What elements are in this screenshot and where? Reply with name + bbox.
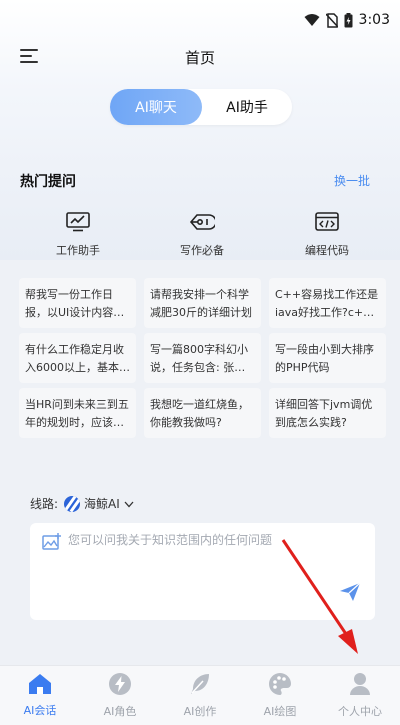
page-title: 首页 <box>184 48 215 67</box>
chevron-down-icon <box>124 497 134 511</box>
refresh-button[interactable]: 换一批 <box>334 172 370 189</box>
haijing-logo-icon <box>64 495 81 512</box>
palette-icon <box>268 672 292 699</box>
nav-profile[interactable]: 个人中心 <box>320 666 400 725</box>
hot-questions-title: 热门提问 <box>20 174 76 190</box>
category-coding[interactable]: 编程代码 <box>277 212 377 258</box>
category-writing[interactable]: 写作必备 <box>152 212 252 258</box>
status-bar: 3:03 <box>0 0 400 40</box>
send-icon[interactable] <box>339 582 361 606</box>
question-card[interactable]: 有什么工作稳定月收入6000以上，基本不加班的 <box>19 333 136 383</box>
no-sim-icon <box>325 12 338 28</box>
bottom-nav: AI会话 AI角色 AI创作 AI绘图 个人中心 <box>0 665 400 725</box>
question-card[interactable]: 我想吃一道红烧鱼，你能教我做吗? <box>144 388 261 438</box>
route-selector: 线路: 海鲸AI <box>30 495 134 512</box>
lightning-icon <box>108 672 132 699</box>
menu-icon[interactable] <box>20 46 42 66</box>
status-time: 3:03 <box>358 12 390 28</box>
chat-input[interactable] <box>68 531 358 591</box>
home-icon <box>28 673 52 698</box>
nav-ai-create[interactable]: AI创作 <box>160 666 240 725</box>
question-card[interactable]: 请帮我安排一个科学减肥30斤的详细计划 <box>144 278 261 328</box>
wifi-icon <box>304 13 320 27</box>
image-upload-icon[interactable] <box>42 533 62 555</box>
pen-nib-icon <box>189 212 215 232</box>
nav-ai-chat[interactable]: AI会话 <box>0 666 80 725</box>
route-value: 海鲸AI <box>84 497 120 511</box>
category-work-assistant[interactable]: 工作助手 <box>28 212 128 258</box>
category-label: 工作助手 <box>56 244 100 257</box>
question-card[interactable]: 写一段由小到大排序的PHP代码 <box>269 333 386 383</box>
category-label: 写作必备 <box>180 244 224 257</box>
tab-ai-chat[interactable]: AI聊天 <box>110 89 202 125</box>
chart-monitor-icon <box>66 212 90 232</box>
question-card[interactable]: 写一篇800字科幻小说，任务包含: 张三李四 <box>144 333 261 383</box>
nav-ai-draw[interactable]: AI绘图 <box>240 666 320 725</box>
category-label: 编程代码 <box>305 244 349 257</box>
code-window-icon <box>315 212 339 232</box>
nav-ai-role[interactable]: AI角色 <box>80 666 160 725</box>
mode-toggle: AI聊天 AI助手 <box>110 89 292 125</box>
chat-input-box <box>30 523 375 620</box>
route-label: 线路: <box>30 497 59 511</box>
battery-icon <box>344 12 353 28</box>
question-card[interactable]: 详细回答下jvm调优到底怎么实践? <box>269 388 386 438</box>
route-dropdown[interactable]: 海鲸AI <box>64 495 134 512</box>
app-header: 首页 <box>0 40 400 74</box>
tab-ai-assistant[interactable]: AI助手 <box>202 89 292 125</box>
question-card[interactable]: C++容易找工作还是iava好找工作?c++和java <box>269 278 386 328</box>
feather-icon <box>188 672 212 699</box>
question-card[interactable]: 当HR问到未来三到五年的规划时，应该怎么回答 <box>19 388 136 438</box>
question-card[interactable]: 帮我写一份工作日报，以UI设计内容为主 <box>19 278 136 328</box>
person-icon <box>349 672 371 699</box>
